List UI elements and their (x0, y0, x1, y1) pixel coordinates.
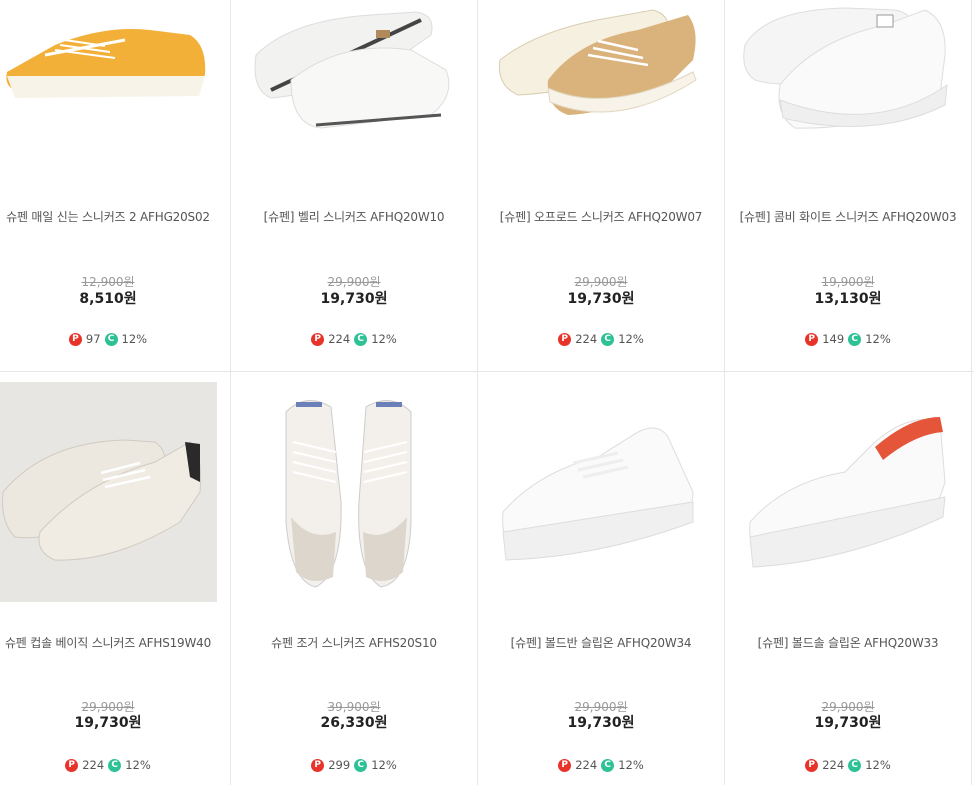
product-card[interactable]: [슈펜] 볼드반 슬립온 AFHQ20W34 29,900원 19,730원 P… (478, 372, 724, 772)
coupon-icon: C (108, 758, 122, 772)
coupon-value: 12% (125, 758, 151, 772)
coupon-value: 12% (371, 758, 397, 772)
product-card[interactable]: [슈펜] 오프로드 스니커즈 AFHQ20W07 29,900원 19,730원… (478, 0, 724, 372)
product-title[interactable]: 슈펜 컵솔 베이직 스니커즈 AFHS19W40 (0, 634, 231, 651)
product-card[interactable]: [슈펜] 콤비 화이트 스니커즈 AFHQ20W03 19,900원 13,13… (725, 0, 971, 372)
product-title[interactable]: [슈펜] 콤비 화이트 스니커즈 AFHQ20W03 (725, 208, 971, 225)
product-card[interactable]: 슈펜 매일 신는 스니커즈 2 AFHG20S02 12,900원 8,510원… (0, 0, 231, 372)
product-image[interactable] (0, 0, 231, 190)
coupon-value: 12% (618, 758, 644, 772)
product-image[interactable] (231, 0, 477, 190)
reward-info: P 299 C 12% (231, 758, 477, 772)
points-value: 299 (328, 758, 351, 772)
points-icon: P (311, 332, 325, 346)
sale-price: 8,510원 (79, 291, 137, 307)
reward-info: P 97 C 12% (0, 332, 231, 346)
product-card[interactable]: 슈펜 컵솔 베이직 스니커즈 AFHS19W40 29,900원 19,730원… (0, 372, 231, 772)
product-image[interactable] (0, 382, 231, 604)
sale-price: 19,730원 (814, 715, 882, 731)
sale-price: 13,130원 (814, 291, 882, 307)
product-image[interactable] (725, 0, 971, 190)
product-image[interactable] (478, 0, 724, 190)
points-icon: P (558, 758, 572, 772)
coupon-value: 12% (618, 332, 644, 346)
coupon-icon: C (354, 758, 368, 772)
coupon-icon: C (848, 332, 862, 346)
sale-price: 19,730원 (567, 291, 635, 307)
sale-price: 26,330원 (320, 715, 388, 731)
reward-info: P 224 C 12% (478, 758, 724, 772)
coupon-icon: C (601, 332, 615, 346)
points-icon: P (65, 758, 79, 772)
reward-info: P 224 C 12% (478, 332, 724, 346)
coupon-value: 12% (121, 332, 148, 346)
points-icon: P (558, 332, 572, 346)
points-icon: P (68, 332, 82, 346)
sale-price: 19,730원 (567, 715, 635, 731)
coupon-icon: C (354, 332, 368, 346)
product-image[interactable] (231, 382, 477, 604)
divider (971, 0, 972, 785)
product-grid: 슈펜 매일 신는 스니커즈 2 AFHG20S02 12,900원 8,510원… (0, 0, 974, 785)
coupon-value: 12% (865, 332, 891, 346)
product-card[interactable]: [슈펜] 볼드솔 슬립온 AFHQ20W33 29,900원 19,730원 P… (725, 372, 971, 772)
coupon-icon: C (601, 758, 615, 772)
points-value: 224 (575, 758, 598, 772)
points-value: 224 (328, 332, 351, 346)
points-value: 224 (575, 332, 598, 346)
points-icon: P (805, 758, 819, 772)
product-title[interactable]: [슈펜] 벨리 스니커즈 AFHQ20W10 (231, 208, 477, 225)
points-value: 97 (85, 332, 101, 346)
reward-info: P 224 C 12% (725, 758, 971, 772)
points-value: 149 (822, 332, 845, 346)
coupon-icon: C (104, 332, 118, 346)
points-value: 224 (82, 758, 105, 772)
points-icon: P (311, 758, 325, 772)
reward-info: P 224 C 12% (0, 758, 231, 772)
product-image[interactable] (725, 382, 971, 604)
product-title[interactable]: 슈펜 조거 스니커즈 AFHS20S10 (231, 634, 477, 651)
sale-price: 19,730원 (320, 291, 388, 307)
points-icon: P (805, 332, 819, 346)
product-card[interactable]: 슈펜 조거 스니커즈 AFHS20S10 39,900원 26,330원 P 2… (231, 372, 477, 772)
coupon-value: 12% (865, 758, 891, 772)
product-title[interactable]: [슈펜] 오프로드 스니커즈 AFHQ20W07 (478, 208, 724, 225)
product-title[interactable]: 슈펜 매일 신는 스니커즈 2 AFHG20S02 (0, 208, 231, 225)
points-value: 224 (822, 758, 845, 772)
product-title[interactable]: [슈펜] 볼드솔 슬립온 AFHQ20W33 (725, 634, 971, 651)
coupon-value: 12% (371, 332, 397, 346)
product-title[interactable]: [슈펜] 볼드반 슬립온 AFHQ20W34 (478, 634, 724, 651)
reward-info: P 224 C 12% (231, 332, 477, 346)
product-image[interactable] (478, 382, 724, 604)
reward-info: P 149 C 12% (725, 332, 971, 346)
sale-price: 19,730원 (74, 715, 142, 731)
coupon-icon: C (848, 758, 862, 772)
product-card[interactable]: [슈펜] 벨리 스니커즈 AFHQ20W10 29,900원 19,730원 P… (231, 0, 477, 372)
